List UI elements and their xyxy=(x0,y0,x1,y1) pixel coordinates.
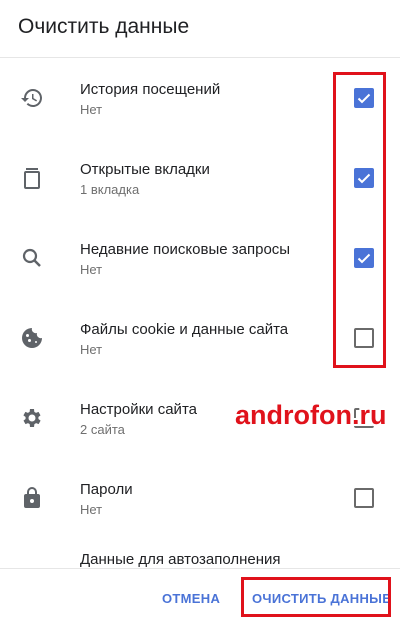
item-sublabel: Нет xyxy=(80,102,103,117)
passwords-checkbox[interactable] xyxy=(354,488,374,508)
lock-icon xyxy=(18,484,46,512)
watermark: androfon.ru xyxy=(235,400,387,430)
item-sublabel: 1 вкладка xyxy=(80,182,140,197)
item-label: Пароли xyxy=(80,481,133,498)
history-icon xyxy=(18,84,46,112)
item-label: Открытые вкладки xyxy=(80,161,210,178)
dialog-title: Очистить данные xyxy=(18,15,190,38)
item-sublabel: Нет xyxy=(80,342,103,357)
cancel-button[interactable]: ОТМЕНА xyxy=(162,591,220,606)
item-sublabel: 2 сайта xyxy=(80,422,125,437)
clear-button-highlight-frame xyxy=(241,577,391,617)
item-sublabel: Нет xyxy=(80,262,103,277)
cookie-icon xyxy=(18,324,46,352)
item-autofill[interactable]: Данные для автозаполнения xyxy=(0,538,400,568)
gear-icon xyxy=(18,404,46,432)
item-label: Данные для автозаполнения xyxy=(80,551,281,568)
item-passwords[interactable]: Пароли Нет xyxy=(0,458,400,538)
item-sublabel: Нет xyxy=(80,502,103,517)
search-icon xyxy=(18,244,46,272)
item-label: История посещений xyxy=(80,81,221,98)
item-label: Настройки сайта xyxy=(80,401,197,418)
tabs-icon xyxy=(18,164,46,192)
checkbox-highlight-frame xyxy=(333,72,386,368)
item-label: Недавние поисковые запросы xyxy=(80,241,291,258)
item-label: Файлы cookie и данные сайта xyxy=(80,321,289,338)
dialog-header: Очистить данные xyxy=(0,0,400,58)
